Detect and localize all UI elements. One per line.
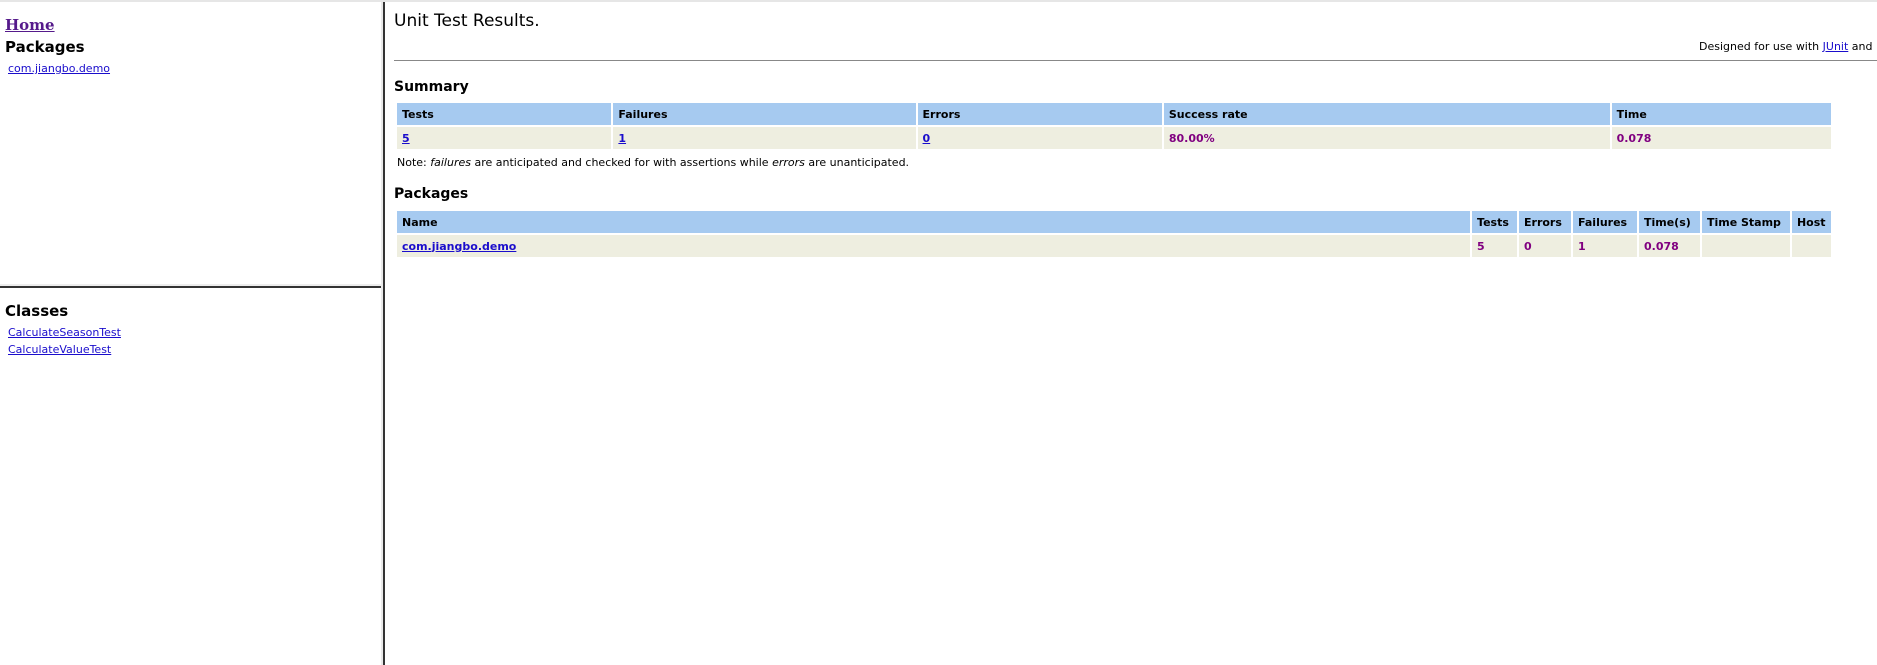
list-item: CalculateValueTest: [8, 341, 121, 358]
failures-count-link[interactable]: 1: [618, 132, 626, 145]
frameset: Home Packages com.jiangbo.demo Classes C…: [0, 0, 1877, 665]
note-suffix: are unanticipated.: [804, 156, 910, 169]
cell-tests: 5: [1472, 235, 1518, 257]
summary-table: Tests Failures Errors Success rate Time …: [395, 101, 1833, 151]
cell-failures: 1: [613, 127, 916, 149]
header-divider: [394, 60, 1877, 61]
classes-list: CalculateSeasonTest CalculateValueTest: [8, 324, 121, 358]
errors-count-link[interactable]: 0: [923, 132, 931, 145]
cell-name: com.jiangbo.demo: [397, 235, 1471, 257]
note-middle: are anticipated and checked for with ass…: [470, 156, 773, 169]
column-header-host: Host: [1791, 211, 1831, 233]
packages-list: com.jiangbo.demo: [8, 60, 110, 77]
package-link[interactable]: com.jiangbo.demo: [8, 62, 110, 75]
cell-failures: 1: [1573, 235, 1637, 257]
cell-success-rate: 80.00%: [1163, 127, 1610, 149]
packages-heading: Packages: [394, 186, 469, 202]
column-header-tests: Tests: [397, 103, 612, 125]
column-header-success-rate: Success rate: [1163, 103, 1610, 125]
column-header-time-stamp: Time Stamp: [1701, 211, 1790, 233]
cell-host: [1791, 235, 1831, 257]
note-prefix: Note:: [397, 156, 431, 169]
class-link-calculate-value-test[interactable]: CalculateValueTest: [8, 343, 111, 356]
cell-time-stamp: [1701, 235, 1790, 257]
designed-prefix: Designed for use with: [1699, 40, 1823, 53]
column-header-tests: Tests: [1472, 211, 1518, 233]
home-link[interactable]: Home: [5, 16, 55, 34]
class-link-calculate-season-test[interactable]: CalculateSeasonTest: [8, 326, 121, 339]
list-item: CalculateSeasonTest: [8, 324, 121, 341]
cell-errors: 0: [917, 127, 1162, 149]
column-header-name: Name: [397, 211, 1471, 233]
cell-errors: 0: [1519, 235, 1571, 257]
overview-frame[interactable]: Home Packages com.jiangbo.demo: [0, 2, 381, 286]
packages-table: Name Tests Errors Failures Time(s) Time …: [395, 209, 1833, 259]
summary-heading: Summary: [394, 79, 469, 95]
cell-time: 0.078: [1611, 127, 1831, 149]
table-header-row: Tests Failures Errors Success rate Time: [397, 103, 1831, 125]
column-header-errors: Errors: [917, 103, 1162, 125]
cell-time: 0.078: [1638, 235, 1700, 257]
table-header-row: Name Tests Errors Failures Time(s) Time …: [397, 211, 1831, 233]
note-failures: failures: [430, 156, 471, 169]
column-header-time: Time(s): [1638, 211, 1700, 233]
column-header-failures: Failures: [1573, 211, 1637, 233]
table-row: com.jiangbo.demo 5 0 1 0.078: [397, 235, 1831, 257]
junit-link[interactable]: JUnit: [1823, 40, 1849, 53]
note-errors: errors: [772, 156, 805, 169]
tests-count-link[interactable]: 5: [402, 132, 410, 145]
designed-suffix: and: [1848, 40, 1873, 53]
column-header-time: Time: [1611, 103, 1831, 125]
list-item: com.jiangbo.demo: [8, 60, 110, 77]
column-header-errors: Errors: [1519, 211, 1571, 233]
main-frame[interactable]: Unit Test Results. Designed for use with…: [385, 2, 1877, 665]
classes-heading: Classes: [5, 302, 69, 320]
packages-heading: Packages: [5, 38, 85, 56]
classes-frame[interactable]: Classes CalculateSeasonTest CalculateVal…: [0, 288, 381, 665]
page-title: Unit Test Results.: [394, 11, 540, 31]
package-name-link[interactable]: com.jiangbo.demo: [402, 240, 516, 253]
designed-for-note: Designed for use with JUnit and: [1699, 40, 1873, 53]
cell-tests: 5: [397, 127, 612, 149]
column-header-failures: Failures: [613, 103, 916, 125]
table-row: 5 1 0 80.00% 0.078: [397, 127, 1831, 149]
failures-errors-note: Note: failures are anticipated and check…: [397, 156, 909, 169]
